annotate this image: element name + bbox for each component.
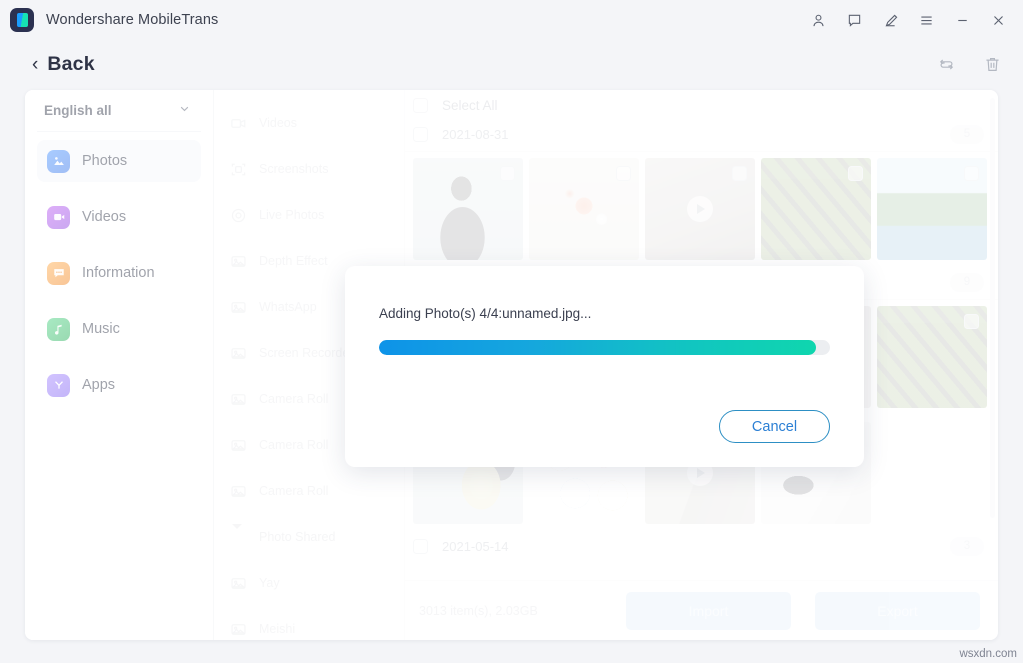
chevron-left-icon: ‹: [32, 53, 39, 75]
back-label: Back: [47, 52, 95, 75]
title-bar: Wondershare MobileTrans: [0, 0, 1023, 40]
edit-icon[interactable]: [875, 6, 905, 34]
close-icon[interactable]: [983, 6, 1013, 34]
window-controls: [803, 6, 1013, 34]
app-logo-icon: [10, 8, 34, 32]
cancel-button[interactable]: Cancel: [719, 410, 830, 443]
progress-bar-fill: [379, 340, 817, 355]
dialog-actions: Cancel: [379, 410, 830, 443]
sub-header: ‹ Back: [0, 40, 1023, 88]
back-button[interactable]: ‹ Back: [32, 53, 95, 76]
refresh-icon[interactable]: [933, 51, 959, 77]
minimize-icon[interactable]: [947, 6, 977, 34]
progress-message: Adding Photo(s) 4/4:unnamed.jpg...: [379, 306, 592, 321]
account-icon[interactable]: [803, 6, 833, 34]
watermark: wsxdn.com: [959, 648, 1017, 660]
delete-icon[interactable]: [979, 51, 1005, 77]
menu-icon[interactable]: [911, 6, 941, 34]
progress-bar: [379, 340, 830, 355]
app-window: Wondershare MobileTrans ‹ Back Adding Ph…: [0, 0, 1023, 663]
app-title: Wondershare MobileTrans: [46, 12, 219, 28]
sub-header-actions: [933, 51, 1005, 77]
progress-dialog: Adding Photo(s) 4/4:unnamed.jpg... Cance…: [345, 266, 864, 467]
feedback-icon[interactable]: [839, 6, 869, 34]
